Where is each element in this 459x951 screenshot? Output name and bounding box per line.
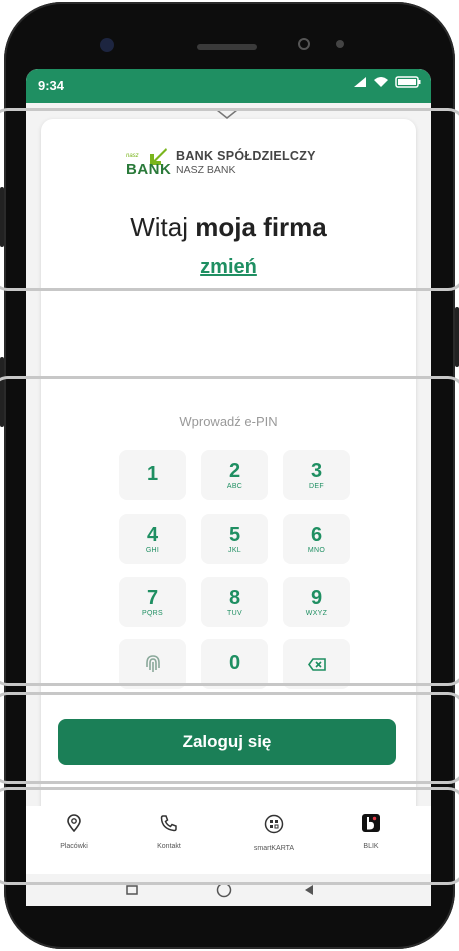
proximity-sensor <box>298 38 310 50</box>
back-icon[interactable] <box>304 884 314 896</box>
power-button <box>455 307 459 367</box>
status-bar: 9:34 <box>26 69 431 103</box>
highlight-frame-keypad <box>0 376 459 686</box>
iris-sensor <box>336 40 344 48</box>
wifi-icon <box>374 77 388 87</box>
status-time: 9:34 <box>38 78 65 93</box>
signal-icon <box>354 77 366 87</box>
recent-apps-icon[interactable] <box>126 885 138 895</box>
highlight-frame-login <box>0 692 459 784</box>
earpiece-speaker <box>197 44 257 50</box>
battery-icon <box>395 76 421 88</box>
highlight-frame-nav <box>0 787 459 885</box>
front-camera <box>100 38 114 52</box>
highlight-frame-header <box>0 108 459 291</box>
